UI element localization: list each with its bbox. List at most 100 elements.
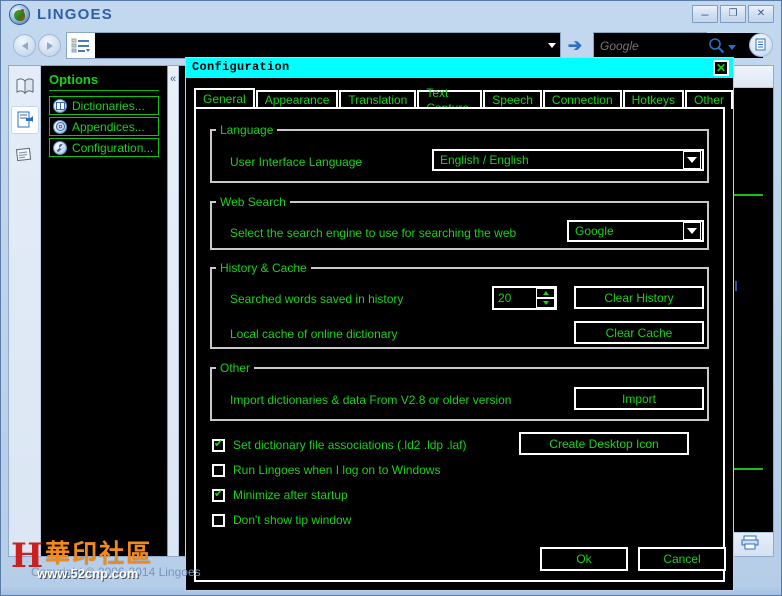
book-icon bbox=[53, 98, 67, 113]
group-history-cache-legend: History & Cache bbox=[220, 261, 307, 275]
go-arrow-icon[interactable]: ➔ bbox=[564, 36, 586, 56]
tab-label: Speech bbox=[492, 93, 533, 107]
tab-label: Appearance bbox=[264, 93, 330, 107]
wrench-icon bbox=[53, 140, 67, 155]
dialog-tabstrip: General Appearance Translation Text Capt… bbox=[194, 86, 733, 115]
tab-label: Hotkeys bbox=[631, 93, 675, 107]
main-search-combo[interactable] bbox=[66, 32, 561, 59]
web-search-input[interactable] bbox=[594, 33, 763, 58]
ui-language-label: User Interface Language bbox=[230, 155, 363, 169]
checkbox-minimize-after-startup[interactable]: Minimize after startup bbox=[212, 488, 348, 502]
tab-general[interactable]: General bbox=[194, 88, 255, 109]
search-input[interactable] bbox=[95, 33, 544, 58]
close-icon: ✕ bbox=[715, 61, 727, 75]
sidebar-item-configuration[interactable]: Configuration... bbox=[49, 138, 159, 157]
checkbox-label: Run Lingoes when I log on to Windows bbox=[233, 463, 441, 477]
group-language: Language User Interface Language English… bbox=[210, 123, 709, 183]
news-paper-icon[interactable] bbox=[11, 140, 39, 168]
sidebar-item-appendices[interactable]: Appendices... bbox=[49, 117, 159, 136]
close-button[interactable]: ✕ bbox=[748, 5, 774, 23]
close-icon: ✕ bbox=[756, 8, 766, 19]
create-desktop-icon-button[interactable]: Create Desktop Icon bbox=[519, 432, 689, 455]
window-title-bar: LINGOES – ❐ ✕ bbox=[1, 1, 781, 29]
forward-arrow-icon[interactable] bbox=[38, 34, 61, 57]
minimize-button[interactable]: – bbox=[692, 5, 718, 23]
checkbox-box[interactable] bbox=[212, 438, 225, 452]
right-pane-marker bbox=[735, 281, 737, 291]
clear-history-button[interactable]: Clear History bbox=[574, 286, 704, 309]
options-title-divider bbox=[49, 90, 159, 91]
copyright-text: Copyright © 2006-2014 Lingoes bbox=[31, 565, 201, 579]
group-web-search-legend: Web Search bbox=[220, 195, 286, 209]
view-options-icon[interactable] bbox=[749, 33, 773, 57]
dialog-title: Configuration bbox=[192, 60, 290, 74]
chevron-down-icon[interactable] bbox=[544, 33, 560, 58]
tab-label: General bbox=[203, 92, 246, 106]
history-count-value: 20 bbox=[498, 291, 512, 305]
group-language-legend: Language bbox=[220, 123, 274, 137]
history-count-stepper[interactable]: 20 bbox=[492, 286, 557, 310]
sidebar-item-label: Configuration... bbox=[72, 140, 154, 155]
disc-icon bbox=[53, 119, 67, 134]
import-description-label: Import dictionaries & data From V2.8 or … bbox=[230, 393, 512, 407]
stepper-buttons[interactable] bbox=[536, 288, 555, 308]
maximize-button[interactable]: ❐ bbox=[720, 5, 746, 23]
import-button[interactable]: Import bbox=[574, 387, 704, 410]
clear-cache-button[interactable]: Clear Cache bbox=[574, 321, 704, 344]
tab-label: Connection bbox=[551, 93, 613, 107]
group-other-legend: Other bbox=[220, 361, 251, 375]
checkbox-box[interactable] bbox=[212, 513, 225, 527]
stepper-down-icon[interactable] bbox=[536, 298, 555, 308]
tab-panel-general: Language User Interface Language English… bbox=[194, 107, 726, 582]
search-engine-label: Select the search engine to use for sear… bbox=[230, 226, 517, 240]
search-icon[interactable] bbox=[708, 37, 725, 54]
checkbox-label: Don't show tip window bbox=[233, 513, 352, 527]
appendices-document-icon[interactable] bbox=[10, 106, 39, 134]
sidebar-item-label: Dictionaries... bbox=[72, 98, 145, 113]
checkbox-dont-show-tip-window[interactable]: Don't show tip window bbox=[212, 513, 351, 527]
chevron-down-icon[interactable] bbox=[728, 45, 736, 50]
app-brand-label: LINGOES bbox=[37, 6, 113, 23]
right-pane-rule bbox=[733, 468, 763, 470]
checkbox-file-associations[interactable]: Set dictionary file associations (.ld2 .… bbox=[212, 438, 466, 452]
stepper-up-icon[interactable] bbox=[536, 288, 555, 298]
checkbox-label: Set dictionary file associations (.ld2 .… bbox=[233, 438, 467, 452]
checkbox-run-on-logon[interactable]: Run Lingoes when I log on to Windows bbox=[212, 463, 440, 477]
dictionary-list-icon[interactable] bbox=[67, 33, 95, 58]
search-engine-select[interactable]: Google bbox=[567, 220, 704, 242]
tab-label: Translation bbox=[348, 93, 408, 107]
application-window: LINGOES – ❐ ✕ ➔ Google Options Dictionar… bbox=[0, 0, 782, 596]
cancel-button[interactable]: Cancel bbox=[638, 547, 726, 571]
chevron-down-icon[interactable] bbox=[683, 222, 701, 240]
lingoes-parrot-icon bbox=[9, 4, 30, 25]
print-preview-icon[interactable] bbox=[741, 535, 759, 555]
minimize-icon: – bbox=[701, 6, 709, 22]
dialog-title-bar: Configuration ✕ bbox=[186, 58, 733, 78]
checkbox-box[interactable] bbox=[212, 488, 225, 502]
maximize-icon: ❐ bbox=[728, 8, 738, 19]
dictionary-book-icon[interactable] bbox=[11, 72, 39, 100]
ok-button[interactable]: Ok bbox=[540, 547, 628, 571]
web-search-box[interactable] bbox=[593, 32, 763, 59]
ui-language-select[interactable]: English / English bbox=[432, 149, 704, 171]
options-title: Options bbox=[49, 72, 99, 87]
group-web-search: Web Search Select the search engine to u… bbox=[210, 195, 709, 250]
local-cache-label: Local cache of online dictionary bbox=[230, 327, 398, 341]
dialog-close-button[interactable]: ✕ bbox=[713, 60, 729, 76]
sidebar-item-label: Appendices... bbox=[72, 119, 145, 134]
right-pane-rule bbox=[733, 194, 763, 196]
icon-rail bbox=[9, 66, 41, 556]
chevron-down-icon[interactable] bbox=[683, 151, 701, 169]
search-engine-value: Google bbox=[575, 224, 614, 238]
history-count-label: Searched words saved in history bbox=[230, 292, 404, 306]
back-arrow-icon[interactable] bbox=[13, 34, 36, 57]
ui-language-value: English / English bbox=[440, 153, 529, 167]
sidebar-item-dictionaries[interactable]: Dictionaries... bbox=[49, 96, 159, 115]
options-panel: Options Dictionaries... Appendices... Co… bbox=[41, 66, 168, 556]
group-history-cache: History & Cache Searched words saved in … bbox=[210, 261, 709, 349]
tab-label: Other bbox=[693, 93, 724, 107]
window-controls: – ❐ ✕ bbox=[692, 5, 774, 23]
checkbox-label: Minimize after startup bbox=[233, 488, 348, 502]
checkbox-box[interactable] bbox=[212, 463, 225, 477]
collapse-left-icon[interactable]: « bbox=[168, 66, 179, 556]
